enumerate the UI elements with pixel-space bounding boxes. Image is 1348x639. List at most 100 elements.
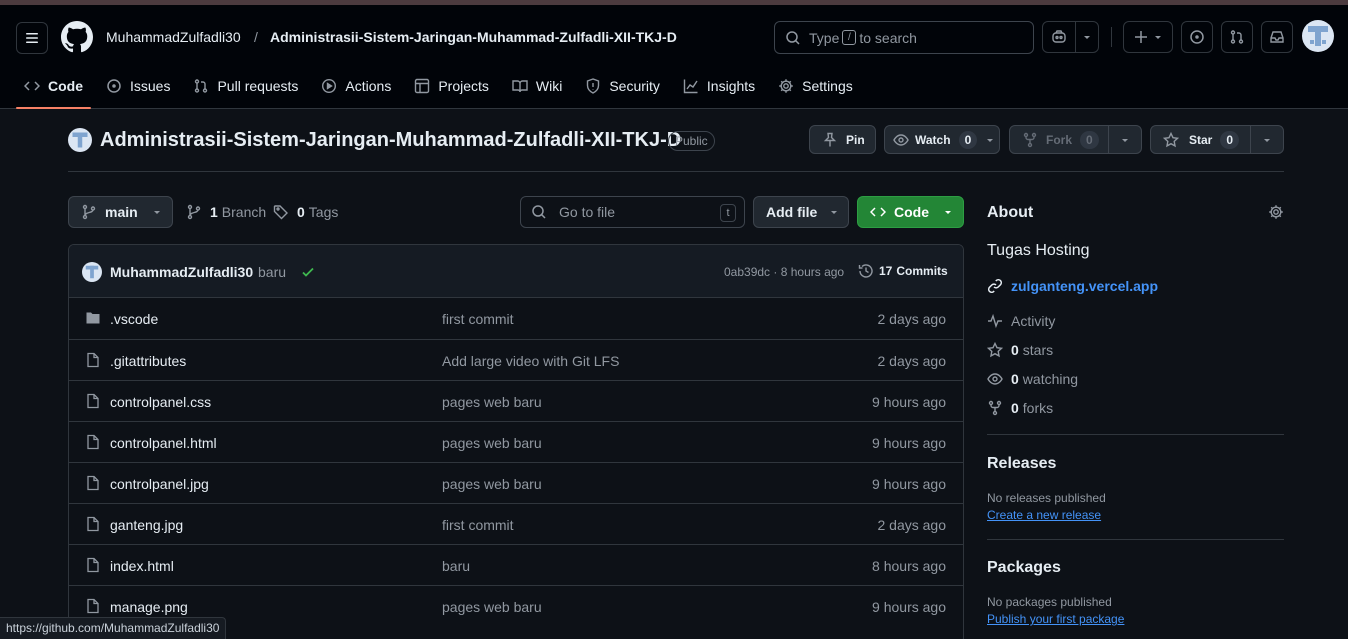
forks-link[interactable]: 0 forks bbox=[987, 393, 1284, 422]
file-name-link[interactable]: manage.png bbox=[110, 599, 188, 615]
latest-commit-bar: MuhammadZulfadli30 baru 0ab39dc · 8 hour… bbox=[69, 245, 963, 298]
repo-title[interactable]: Administrasii-Sistem-Jaringan-Muhammad-Z… bbox=[100, 129, 681, 152]
tab-pull-requests[interactable]: Pull requests bbox=[185, 63, 306, 109]
file-row[interactable]: controlpanel.html pages web baru 9 hours a… bbox=[69, 421, 963, 462]
create-new-button[interactable] bbox=[1123, 21, 1173, 53]
tab-issues[interactable]: Issues bbox=[98, 63, 178, 109]
branch-count: 1 bbox=[210, 204, 218, 220]
pull-request-icon bbox=[195, 79, 208, 93]
tab-actions[interactable]: Actions bbox=[313, 63, 399, 109]
file-row[interactable]: .vscode first commit 2 days ago bbox=[69, 298, 963, 339]
file-commit-message[interactable]: first commit bbox=[442, 517, 514, 533]
file-commit-message[interactable]: pages web baru bbox=[442, 435, 542, 451]
pin-button[interactable]: Pin bbox=[809, 125, 876, 154]
tab-label: Wiki bbox=[535, 78, 563, 94]
about-title: About bbox=[987, 204, 1034, 221]
releases-title[interactable]: Releases bbox=[987, 455, 1284, 473]
create-release-link[interactable]: Create a new release bbox=[987, 508, 1284, 522]
github-logo-icon[interactable] bbox=[61, 21, 93, 53]
repo-link[interactable]: Administrasii-Sistem-Jaringan-Muhammad-Z… bbox=[270, 29, 677, 45]
watch-button[interactable]: Watch 0 bbox=[884, 125, 1000, 154]
file-row[interactable]: ganteng.jpg first commit 2 days ago bbox=[69, 503, 963, 544]
repo-owner-avatar bbox=[68, 128, 92, 152]
file-row-icon bbox=[85, 352, 101, 368]
file-icon bbox=[87, 516, 99, 532]
commit-message[interactable]: baru bbox=[258, 264, 286, 280]
file-name-link[interactable]: controlpanel.jpg bbox=[110, 476, 209, 492]
tab-projects[interactable]: Projects bbox=[406, 63, 497, 109]
file-name-link[interactable]: ganteng.jpg bbox=[110, 517, 183, 533]
add-file-button[interactable]: Add file bbox=[753, 196, 849, 228]
search-icon bbox=[532, 205, 546, 219]
tab-label: Projects bbox=[438, 78, 489, 94]
file-commit-time: 2 days ago bbox=[877, 353, 947, 369]
activity-link[interactable]: Activity bbox=[987, 306, 1284, 335]
gear-icon[interactable] bbox=[1268, 204, 1284, 220]
tab-insights[interactable]: Insights bbox=[675, 63, 763, 109]
commits-label: Commits bbox=[896, 264, 948, 278]
commit-author-avatar[interactable] bbox=[82, 262, 102, 282]
file-name-link[interactable]: .vscode bbox=[110, 311, 158, 327]
repo-nav-tabs: Code Issues Pull requests Actions Projec… bbox=[16, 63, 868, 109]
file-commit-time: 2 days ago bbox=[877, 311, 947, 327]
chevron-down-icon bbox=[1084, 36, 1090, 39]
file-row[interactable]: index.html baru 8 hours ago bbox=[69, 544, 963, 585]
repo-header: Administrasii-Sistem-Jaringan-Muhammad-Z… bbox=[68, 122, 1284, 172]
history-icon bbox=[858, 264, 873, 278]
tab-settings[interactable]: Settings bbox=[770, 63, 861, 109]
file-name-link[interactable]: controlpanel.html bbox=[110, 435, 217, 451]
file-commit-message[interactable]: first commit bbox=[442, 311, 514, 327]
tab-code[interactable]: Code bbox=[16, 63, 91, 109]
file-commit-message[interactable]: baru bbox=[442, 558, 470, 574]
file-name-link[interactable]: index.html bbox=[110, 558, 174, 574]
file-commit-message[interactable]: pages web baru bbox=[442, 599, 542, 615]
homepage-link[interactable]: zulganteng.vercel.app bbox=[987, 278, 1284, 294]
menu-button[interactable] bbox=[16, 22, 48, 54]
global-search-input[interactable]: Type / to search bbox=[774, 21, 1034, 54]
commits-history-link[interactable]: 17 Commits bbox=[858, 263, 948, 279]
branches-link[interactable]: 1 Branch bbox=[186, 204, 266, 220]
issues-button[interactable] bbox=[1181, 21, 1213, 53]
file-row-icon bbox=[85, 434, 101, 450]
tab-security[interactable]: Security bbox=[577, 63, 668, 109]
file-row[interactable]: controlpanel.jpg pages web baru 9 hours ag… bbox=[69, 462, 963, 503]
star-button[interactable]: Star 0 bbox=[1150, 125, 1251, 154]
plus-icon bbox=[1135, 31, 1147, 43]
file-row[interactable]: controlpanel.css pages web baru 9 hours ag… bbox=[69, 380, 963, 421]
repo-description: Tugas Hosting bbox=[987, 242, 1090, 259]
file-commit-message[interactable]: pages web baru bbox=[442, 394, 542, 410]
tab-wiki[interactable]: Wiki bbox=[504, 63, 570, 109]
inbox-button[interactable] bbox=[1261, 21, 1293, 53]
fork-button[interactable]: Fork 0 bbox=[1009, 125, 1109, 154]
go-to-file-input[interactable]: Go to file t bbox=[520, 196, 745, 228]
commit-author[interactable]: MuhammadZulfadli30 bbox=[110, 264, 253, 280]
releases-empty: No releases published bbox=[987, 491, 1106, 505]
file-name-link[interactable]: controlpanel.css bbox=[110, 394, 211, 410]
stars-label: stars bbox=[1022, 341, 1054, 358]
file-name-link[interactable]: .gitattributes bbox=[110, 353, 186, 369]
publish-package-link[interactable]: Publish your first package bbox=[987, 612, 1284, 626]
watch-count: 0 bbox=[958, 130, 978, 149]
branch-select-button[interactable]: main bbox=[68, 196, 173, 228]
commit-sha-time[interactable]: 0ab39dc · 8 hours ago bbox=[724, 265, 844, 279]
branch-label: Branch bbox=[221, 204, 267, 220]
fork-menu-button[interactable] bbox=[1108, 125, 1142, 154]
tags-link[interactable]: 0 Tags bbox=[273, 204, 338, 220]
stars-link[interactable]: 0 stars bbox=[987, 335, 1284, 364]
owner-link[interactable]: MuhammadZulfadli30 bbox=[106, 29, 241, 45]
watching-link[interactable]: 0 watching bbox=[987, 364, 1284, 393]
avatar[interactable] bbox=[1302, 20, 1334, 52]
packages-title[interactable]: Packages bbox=[987, 559, 1284, 577]
file-commit-time: 8 hours ago bbox=[872, 558, 946, 574]
check-icon[interactable] bbox=[300, 264, 316, 280]
star-menu-button[interactable] bbox=[1250, 125, 1284, 154]
go-to-file-placeholder: Go to file bbox=[559, 204, 616, 220]
file-row[interactable]: .gitattributes Add large video with Git L… bbox=[69, 339, 963, 380]
copilot-button[interactable] bbox=[1042, 21, 1076, 53]
copilot-menu-button[interactable] bbox=[1075, 21, 1099, 53]
file-commit-message[interactable]: Add large video with Git LFS bbox=[442, 353, 619, 369]
pull-requests-button[interactable] bbox=[1221, 21, 1253, 53]
code-button[interactable]: Code bbox=[857, 196, 964, 228]
tag-icon bbox=[273, 205, 288, 220]
file-commit-message[interactable]: pages web baru bbox=[442, 476, 542, 492]
